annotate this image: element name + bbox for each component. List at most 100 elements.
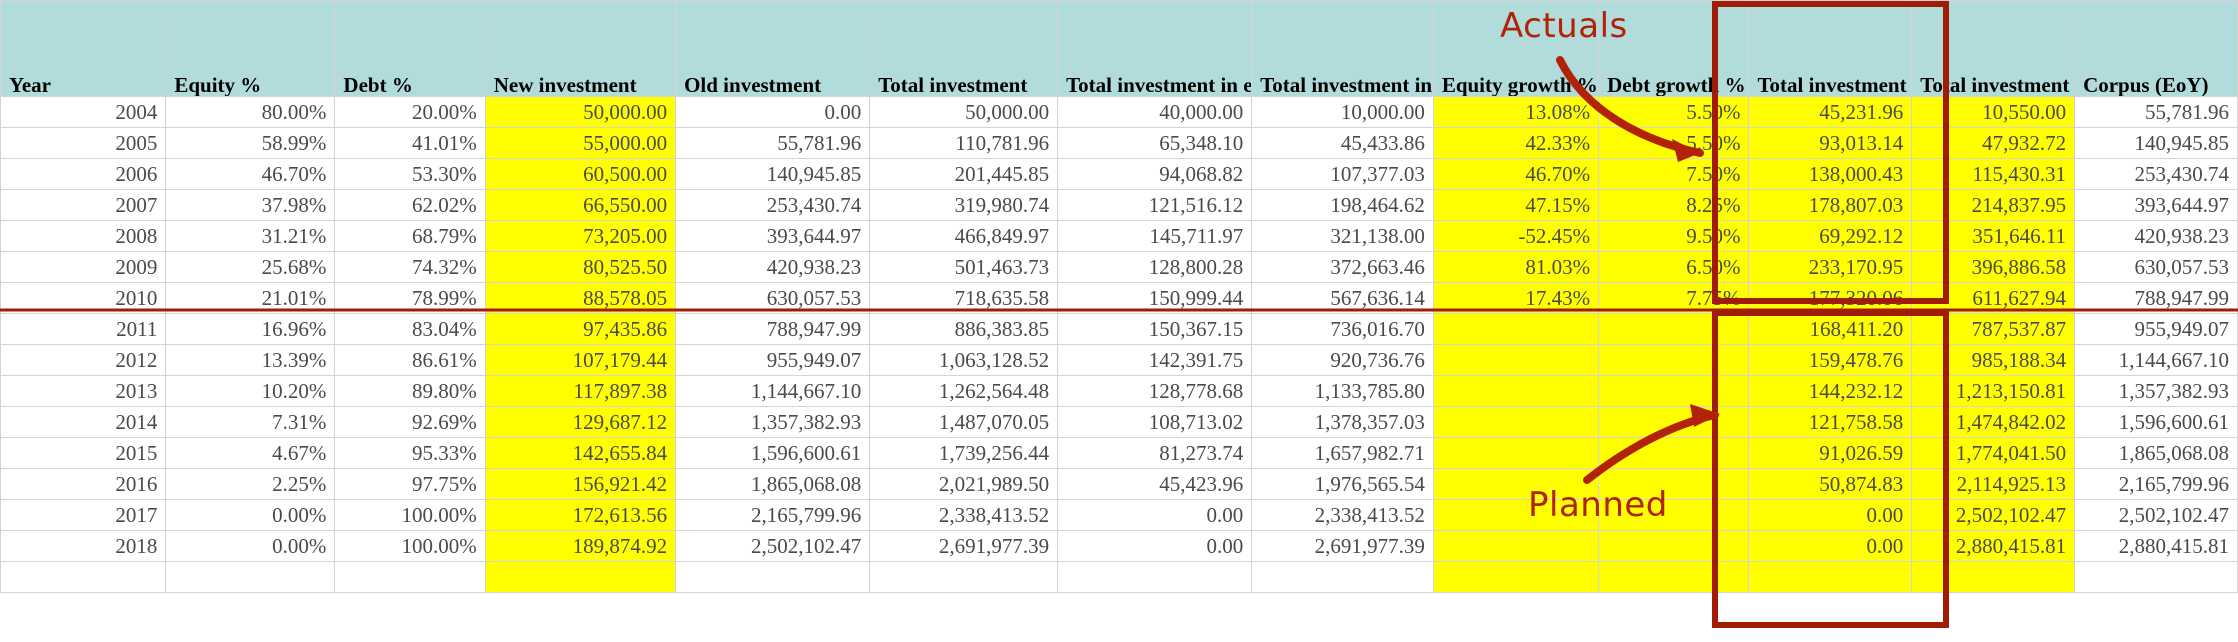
cell-eqp[interactable]: 0.00%	[165, 499, 336, 531]
cell-teeoy[interactable]: 178,807.03	[1748, 189, 1913, 221]
cell-dbg[interactable]	[1598, 437, 1750, 469]
cell-dbg[interactable]	[1598, 344, 1750, 376]
cell-dbp[interactable]: 89.80%	[334, 375, 486, 407]
cell-tdeoy[interactable]: 2,114,925.13	[1911, 468, 2076, 500]
cell-tdeoy[interactable]: 2,880,415.81	[1911, 530, 2076, 562]
cell-teeoy[interactable]: 0.00	[1748, 530, 1913, 562]
cell-eqp[interactable]: 80.00%	[165, 96, 336, 128]
cell-totinv[interactable]: 718,635.58	[869, 282, 1059, 314]
cell-totinv[interactable]: 886,383.85	[869, 313, 1059, 345]
cell-teboy[interactable]: 128,778.68	[1057, 375, 1253, 407]
cell-tdeoy[interactable]: 611,627.94	[1911, 282, 2076, 314]
cell-teboy[interactable]: 45,423.96	[1057, 468, 1253, 500]
cell-year[interactable]	[0, 561, 167, 593]
cell-dbp[interactable]: 95.33%	[334, 437, 486, 469]
cell-oldinv[interactable]: 55,781.96	[675, 127, 871, 159]
cell-tdboy[interactable]: 372,663.46	[1251, 251, 1434, 283]
cell-dbp[interactable]	[334, 561, 486, 593]
cell-oldinv[interactable]: 1,596,600.61	[675, 437, 871, 469]
cell-teeoy[interactable]: 45,231.96	[1748, 96, 1913, 128]
cell-dbg[interactable]	[1598, 406, 1750, 438]
cell-oldinv[interactable]: 253,430.74	[675, 189, 871, 221]
column-header-corpus[interactable]: Corpus (EoY)	[2074, 0, 2238, 97]
cell-teeoy[interactable]: 138,000.43	[1748, 158, 1913, 190]
cell-teboy[interactable]: 150,999.44	[1057, 282, 1253, 314]
cell-totinv[interactable]: 2,338,413.52	[869, 499, 1059, 531]
cell-tdeoy[interactable]: 351,646.11	[1911, 220, 2076, 252]
cell-teeoy[interactable]: 233,170.95	[1748, 251, 1913, 283]
cell-corpus[interactable]	[2074, 561, 2238, 593]
cell-tdeoy[interactable]: 787,537.87	[1911, 313, 2076, 345]
cell-year[interactable]: 2015	[0, 437, 167, 469]
cell-totinv[interactable]: 466,849.97	[869, 220, 1059, 252]
cell-newinv[interactable]: 142,655.84	[484, 437, 677, 469]
cell-tdboy[interactable]: 1,976,565.54	[1251, 468, 1434, 500]
cell-eqp[interactable]: 0.00%	[165, 530, 336, 562]
cell-totinv[interactable]: 1,739,256.44	[869, 437, 1059, 469]
cell-oldinv[interactable]: 0.00	[675, 96, 871, 128]
cell-tdeoy[interactable]: 2,502,102.47	[1911, 499, 2076, 531]
cell-totinv[interactable]: 501,463.73	[869, 251, 1059, 283]
cell-year[interactable]: 2011	[0, 313, 167, 345]
cell-eqp[interactable]: 46.70%	[165, 158, 336, 190]
cell-eqp[interactable]: 4.67%	[165, 437, 336, 469]
cell-teboy[interactable]: 0.00	[1057, 530, 1253, 562]
cell-dbp[interactable]: 100.00%	[334, 499, 486, 531]
column-header-eqg[interactable]: Equity growth %	[1432, 0, 1600, 97]
cell-dbp[interactable]: 53.30%	[334, 158, 486, 190]
cell-tdboy[interactable]: 45,433.86	[1251, 127, 1434, 159]
cell-totinv[interactable]: 2,691,977.39	[869, 530, 1059, 562]
cell-dbg[interactable]: 7.50%	[1598, 158, 1750, 190]
cell-oldinv[interactable]: 2,502,102.47	[675, 530, 871, 562]
cell-corpus[interactable]: 2,880,415.81	[2074, 530, 2238, 562]
column-header-oldinv[interactable]: Old investment	[675, 0, 871, 97]
cell-teboy[interactable]: 0.00	[1057, 499, 1253, 531]
cell-totinv[interactable]: 319,980.74	[869, 189, 1059, 221]
cell-eqg[interactable]: 46.70%	[1432, 158, 1600, 190]
cell-eqp[interactable]: 37.98%	[165, 189, 336, 221]
cell-eqg[interactable]: 81.03%	[1432, 251, 1600, 283]
cell-newinv[interactable]: 88,578.05	[484, 282, 677, 314]
cell-oldinv[interactable]: 1,144,667.10	[675, 375, 871, 407]
cell-eqg[interactable]: 47.15%	[1432, 189, 1600, 221]
cell-teeoy[interactable]: 121,758.58	[1748, 406, 1913, 438]
cell-dbg[interactable]	[1598, 468, 1750, 500]
cell-dbp[interactable]: 68.79%	[334, 220, 486, 252]
cell-tdeoy[interactable]: 985,188.34	[1911, 344, 2076, 376]
cell-dbp[interactable]: 83.04%	[334, 313, 486, 345]
cell-corpus[interactable]: 955,949.07	[2074, 313, 2238, 345]
cell-newinv[interactable]: 60,500.00	[484, 158, 677, 190]
cell-dbg[interactable]	[1598, 530, 1750, 562]
cell-year[interactable]: 2016	[0, 468, 167, 500]
cell-eqp[interactable]: 16.96%	[165, 313, 336, 345]
cell-corpus[interactable]: 420,938.23	[2074, 220, 2238, 252]
cell-newinv[interactable]: 97,435.86	[484, 313, 677, 345]
cell-newinv[interactable]: 129,687.12	[484, 406, 677, 438]
cell-eqp[interactable]: 21.01%	[165, 282, 336, 314]
cell-eqg[interactable]	[1432, 499, 1600, 531]
cell-eqg[interactable]: 13.08%	[1432, 96, 1600, 128]
cell-teboy[interactable]: 94,068.82	[1057, 158, 1253, 190]
cell-year[interactable]: 2005	[0, 127, 167, 159]
cell-oldinv[interactable]: 420,938.23	[675, 251, 871, 283]
cell-teboy[interactable]: 81,273.74	[1057, 437, 1253, 469]
cell-corpus[interactable]: 253,430.74	[2074, 158, 2238, 190]
cell-dbg[interactable]: 8.25%	[1598, 189, 1750, 221]
cell-teboy[interactable]: 142,391.75	[1057, 344, 1253, 376]
cell-eqg[interactable]	[1432, 561, 1600, 593]
cell-year[interactable]: 2008	[0, 220, 167, 252]
cell-dbp[interactable]: 62.02%	[334, 189, 486, 221]
column-header-newinv[interactable]: New investment	[484, 0, 677, 97]
cell-year[interactable]: 2013	[0, 375, 167, 407]
cell-teboy[interactable]	[1057, 561, 1253, 593]
cell-corpus[interactable]: 140,945.85	[2074, 127, 2238, 159]
cell-teeoy[interactable]: 168,411.20	[1748, 313, 1913, 345]
cell-eqp[interactable]: 7.31%	[165, 406, 336, 438]
cell-oldinv[interactable]: 630,057.53	[675, 282, 871, 314]
cell-eqg[interactable]: 42.33%	[1432, 127, 1600, 159]
cell-totinv[interactable]	[869, 561, 1059, 593]
cell-newinv[interactable]: 189,874.92	[484, 530, 677, 562]
cell-teeoy[interactable]: 144,232.12	[1748, 375, 1913, 407]
cell-dbg[interactable]: 5.50%	[1598, 127, 1750, 159]
cell-eqg[interactable]	[1432, 406, 1600, 438]
